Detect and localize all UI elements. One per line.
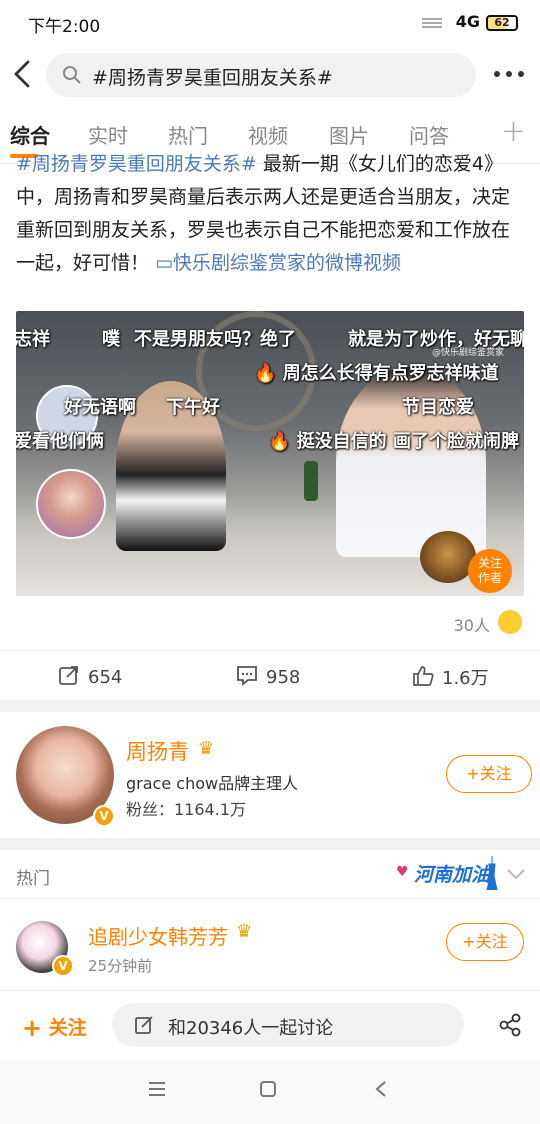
profile-description: grace chow品牌主理人 [126,774,299,793]
divider [0,700,540,712]
system-nav-bar [0,1060,540,1124]
watermark: @快乐剧综鉴赏家 [432,348,505,358]
danmaku: 噗 [102,329,120,350]
video-link-icon: ▭ [155,252,174,274]
profile-follow-button[interactable]: +关注 [446,755,532,793]
status-bar: 下午2:00 4G 62 [0,0,540,46]
danmaku: 🔥 周怎么长得有点罗志祥味道 [254,363,499,384]
likers-summary[interactable]: 30人 [432,610,522,636]
video-player[interactable]: 志祥 噗 不是男朋友吗？绝了 就是为了炒作，好无聊 @快乐剧综鉴赏家 🔥 周怎么… [16,311,524,596]
likers-count: 30人 [453,616,490,635]
status-time: 下午2:00 [28,17,101,37]
laugh-emoji-icon [498,610,522,634]
profile-card[interactable]: V 周扬青 ♛ grace chow品牌主理人 粉丝：1164.1万 +关注 [0,712,540,838]
network-type: 4G [455,12,480,31]
henan-banner[interactable]: ♥ 河南加油 [396,854,502,894]
chevron-down-icon[interactable] [506,868,526,880]
topic-link[interactable]: #周扬青罗昊重回朋友关系# [16,153,257,175]
comment-icon [237,666,257,686]
back-icon[interactable] [374,1080,388,1098]
repost-button[interactable]: 654 [58,664,122,688]
repost-icon [59,666,78,685]
discuss-placeholder: 和20346人一起讨论 [168,1018,334,1039]
tab-general[interactable]: 综合 [10,120,50,149]
danmaku: 下午好 [166,397,220,418]
comment-button[interactable]: 958 [236,664,300,688]
bottom-follow-button[interactable]: + 关注 [22,1013,87,1042]
inset-avatar-2 [36,469,106,539]
action-bar: 654 958 1.6万 [0,650,540,700]
post-text: #周扬青罗昊重回朋友关系# 最新一期《女儿们的恋爱4》中，周扬青和罗昊商量后表示… [16,148,524,304]
bottle-decor [304,461,318,501]
divider [0,838,540,850]
verified-badge-icon: V [93,805,115,827]
profile-name[interactable]: 周扬青 [126,736,189,766]
henan-banner-text: 河南加油 [414,864,491,886]
battery-icon: 62 [486,15,518,31]
hot-label: 热门 [16,869,50,889]
profile-fans: 粉丝：1164.1万 [126,800,246,819]
tab-hot[interactable]: 热门 [168,120,208,149]
video-link[interactable]: 快乐剧综鉴赏家的微博视频 [173,252,401,274]
bottom-bar: + 关注 和20346人一起讨论 [0,990,540,1060]
back-arrow-icon[interactable] [10,58,34,90]
plus-icon: + [462,932,476,951]
tab-qa[interactable]: 问答 [409,120,449,149]
nav-bar: #周扬青罗昊重回朋友关系# [0,46,540,104]
search-query: #周扬青罗昊重回朋友关系# [92,67,333,89]
danmaku: 不是男朋友吗？绝了 [134,329,296,350]
heart-icon: ♥ [396,864,409,880]
danmaku: 好无语啊 [64,397,136,418]
tower-icon [486,856,498,890]
recommend-name[interactable]: 追剧少女韩芳芳 [88,921,228,950]
home-icon[interactable] [259,1080,277,1098]
danmaku: 🔥 挺没自信的 画了个脸就闹脾 [268,431,519,452]
recommend-follow-button[interactable]: +关注 [446,923,524,961]
crown-icon: ♛ [198,738,215,759]
recommend-time: 25分钟前 [88,957,153,975]
hot-section-header: 热门 ♥ 河南加油 [0,850,540,898]
danmaku: 爱看他们俩 [16,431,104,452]
crown-icon: ♛ [236,921,253,942]
signal-icon [422,18,442,28]
recommend-user[interactable]: V 追剧少女韩芳芳 ♛ 25分钟前 +关注 [0,898,540,990]
plus-icon: + [466,764,480,783]
more-icon[interactable] [492,64,526,84]
like-button[interactable]: 1.6万 [412,664,489,690]
tab-realtime[interactable]: 实时 [88,120,128,149]
share-icon[interactable] [498,1013,522,1037]
plus-icon: + [22,1014,43,1042]
edit-icon [135,1016,153,1034]
follow-author-button[interactable]: 关注 作者 [468,549,512,593]
menu-icon[interactable] [148,1080,166,1098]
search-icon [63,66,81,84]
add-tab-icon[interactable]: + [501,114,526,149]
tab-video[interactable]: 视频 [248,120,288,149]
search-input[interactable]: #周扬青罗昊重回朋友关系# [46,53,476,97]
danmaku: 志祥 [16,329,50,350]
danmaku: 节目恋爱 [402,397,474,418]
thumbs-up-icon [413,666,434,686]
discuss-input[interactable]: 和20346人一起讨论 [112,1003,464,1047]
tab-images[interactable]: 图片 [329,120,369,149]
verified-badge-icon: V [52,955,74,977]
